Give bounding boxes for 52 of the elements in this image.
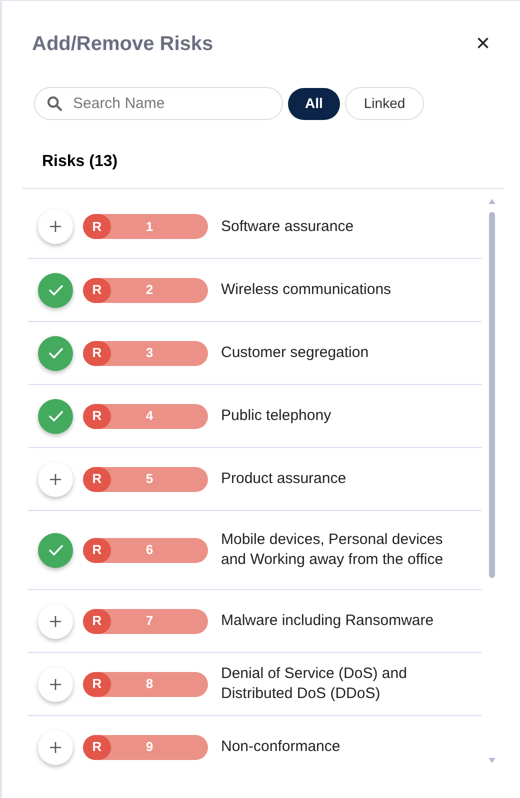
risk-tag: R xyxy=(83,672,111,696)
plus-icon xyxy=(50,221,61,232)
risk-tag: R xyxy=(83,214,111,239)
add-toggle[interactable] xyxy=(38,462,73,496)
linked-toggle[interactable] xyxy=(38,532,73,568)
risk-number: 9 xyxy=(144,738,154,756)
check-icon xyxy=(48,284,64,296)
add-toggle[interactable] xyxy=(38,209,73,244)
plus-icon xyxy=(50,616,61,626)
plus-icon xyxy=(50,474,61,484)
linked-toggle[interactable] xyxy=(38,336,73,370)
check-icon xyxy=(48,347,64,359)
risk-name: Mobile devices, Personal devices and Working away from the office xyxy=(221,530,444,570)
risk-tag: R xyxy=(83,340,111,366)
add-toggle[interactable] xyxy=(38,604,73,638)
plus-icon xyxy=(50,742,61,752)
risk-name: Denial of Service (DoS) and Distributed DoS (DDoS) xyxy=(221,664,408,704)
check-icon xyxy=(48,410,64,422)
risk-name: Customer segregation xyxy=(221,343,370,363)
filter-tab[interactable]: All xyxy=(288,88,340,120)
linked-toggle[interactable] xyxy=(38,398,73,434)
risk-tag: R xyxy=(83,404,111,428)
risk-tag: R xyxy=(83,466,111,492)
risk-name: Wireless communications xyxy=(221,280,392,300)
risk-number: 8 xyxy=(144,675,154,694)
risk-tag: R xyxy=(83,538,111,562)
risk-tag: R xyxy=(83,734,111,760)
risk-number: 4 xyxy=(144,407,154,426)
panel-title: Add/Remove Risks xyxy=(32,32,214,57)
add-toggle[interactable] xyxy=(38,666,73,702)
risk-name: Software assurance xyxy=(221,216,355,236)
filter-tab[interactable]: Linked xyxy=(344,87,424,120)
risk-tag: R xyxy=(83,278,111,302)
risk-number: 1 xyxy=(144,218,154,236)
plus-icon xyxy=(50,678,61,690)
search-field[interactable]: Search Name xyxy=(34,87,283,120)
list-heading: Risks (13) xyxy=(41,153,118,170)
risk-number: 5 xyxy=(144,470,154,488)
risk-name: Non-conformance xyxy=(221,737,342,757)
risk-tag: R xyxy=(83,608,111,634)
risk-name: Product assurance xyxy=(221,469,348,489)
search-icon xyxy=(46,95,63,112)
risk-number: 7 xyxy=(144,612,154,630)
add-toggle[interactable] xyxy=(38,730,73,764)
risk-number: 3 xyxy=(144,344,154,362)
risk-number: 2 xyxy=(144,281,154,300)
check-icon xyxy=(48,544,64,556)
risk-number: 6 xyxy=(144,541,154,560)
risk-name: Malware including Ransomware xyxy=(221,611,435,631)
close-button[interactable]: × xyxy=(476,32,490,56)
linked-toggle[interactable] xyxy=(38,272,73,308)
risk-name: Public telephony xyxy=(221,406,332,426)
